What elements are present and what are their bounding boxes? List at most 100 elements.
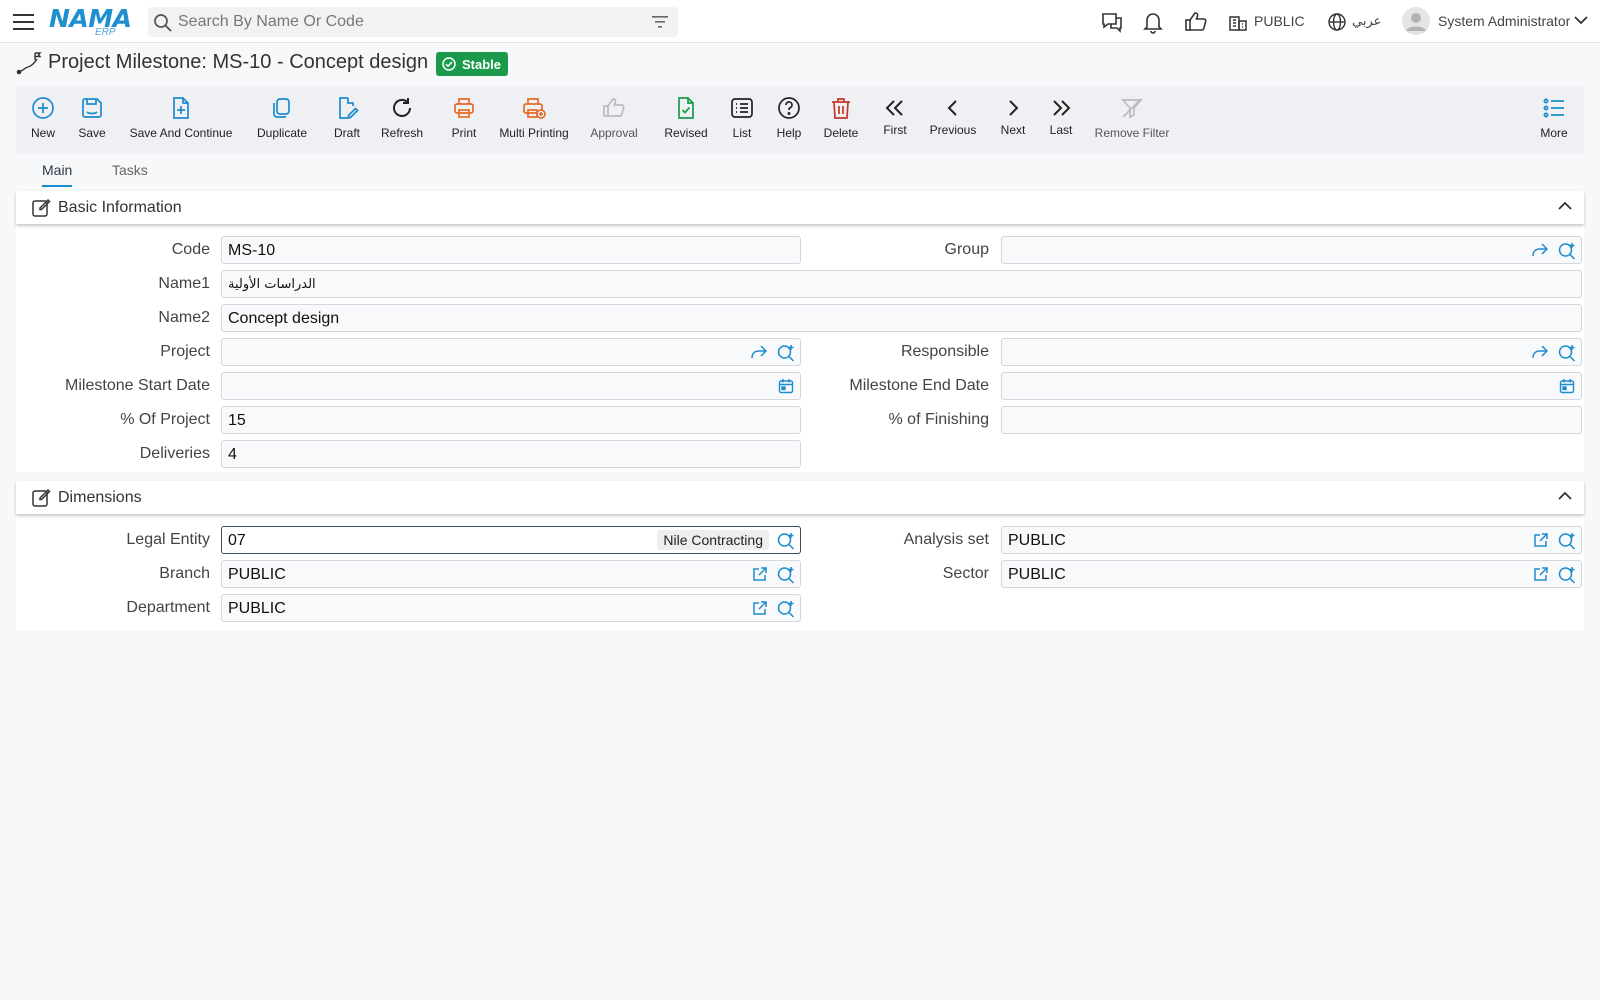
menu-icon[interactable] <box>12 11 36 33</box>
status-text: Stable <box>462 56 502 72</box>
sector-field[interactable]: PUBLIC <box>1001 560 1582 588</box>
open-external-icon[interactable] <box>1533 566 1549 582</box>
copy-icon <box>268 94 296 122</box>
thumbs-up-icon[interactable] <box>1184 10 1208 34</box>
next-button[interactable]: Next <box>998 94 1028 137</box>
project-label: Project <box>160 343 210 360</box>
refresh-icon <box>388 94 416 122</box>
group-label: Group <box>944 241 989 258</box>
lookup-search-icon[interactable] <box>777 566 795 584</box>
remove-filter-label: Remove Filter <box>1094 126 1170 140</box>
department-field[interactable]: PUBLIC <box>221 594 801 622</box>
check-circle-icon <box>442 57 456 71</box>
more-label: More <box>1540 126 1568 140</box>
calendar-icon[interactable] <box>1559 378 1575 394</box>
language-toggle[interactable]: عربي <box>1352 14 1381 29</box>
open-external-icon[interactable] <box>752 600 768 616</box>
list-button[interactable]: List <box>727 94 757 140</box>
analysis-set-field[interactable]: PUBLIC <box>1001 526 1582 554</box>
milestone-start-date-label: Milestone Start Date <box>65 377 210 394</box>
basic-information-header[interactable]: Basic Information <box>16 191 1584 224</box>
lookup-search-icon[interactable] <box>1558 344 1576 362</box>
lookup-search-icon[interactable] <box>1558 242 1576 260</box>
company-selector[interactable]: PUBLIC <box>1254 13 1305 29</box>
chevron-up-icon[interactable] <box>1558 490 1572 502</box>
delete-button[interactable]: Delete <box>822 94 860 140</box>
percent-of-finishing-label: % of Finishing <box>888 411 990 428</box>
multi-printing-button[interactable]: Multi Printing <box>496 94 572 140</box>
print-button[interactable]: Print <box>447 94 481 140</box>
deliveries-field[interactable]: 4 <box>221 440 801 468</box>
lookup-search-icon[interactable] <box>777 600 795 618</box>
lookup-search-icon[interactable] <box>1558 566 1576 584</box>
project-field[interactable] <box>221 338 801 366</box>
double-chevron-right-icon <box>1047 94 1075 122</box>
chevron-up-icon[interactable] <box>1558 200 1572 212</box>
tab-tasks[interactable]: Tasks <box>112 162 148 185</box>
branch-label: Branch <box>159 565 210 582</box>
trash-icon <box>827 94 855 122</box>
bell-icon[interactable] <box>1142 10 1164 34</box>
new-label: New <box>30 126 55 140</box>
calendar-icon[interactable] <box>778 378 794 394</box>
lookup-search-icon[interactable] <box>777 532 795 550</box>
name2-field[interactable]: Concept design <box>221 304 1582 332</box>
code-value: MS-10 <box>228 242 276 259</box>
dimensions-title: Dimensions <box>58 489 142 506</box>
duplicate-button[interactable]: Duplicate <box>254 94 310 140</box>
filter-icon[interactable] <box>652 15 668 29</box>
list-icon <box>728 94 756 122</box>
percent-of-finishing-field[interactable] <box>1001 406 1582 434</box>
percent-of-project-value: 15 <box>228 412 246 429</box>
open-external-icon[interactable] <box>1533 532 1549 548</box>
branch-value: PUBLIC <box>228 566 286 583</box>
branch-field[interactable]: PUBLIC <box>221 560 801 588</box>
share-arrow-icon[interactable] <box>1531 344 1549 360</box>
app-logo[interactable]: NAMA ERP <box>49 4 132 38</box>
save-and-continue-button[interactable]: Save And Continue <box>130 94 232 140</box>
milestone-start-date-field[interactable] <box>221 372 801 400</box>
chevron-down-icon[interactable] <box>1574 15 1588 25</box>
remove-filter-button[interactable]: Remove Filter <box>1094 94 1170 140</box>
search-input[interactable] <box>178 11 638 33</box>
lookup-search-icon[interactable] <box>1558 532 1576 550</box>
legal-entity-field[interactable]: 07 Nile Contracting <box>221 526 801 554</box>
group-field[interactable] <box>1001 236 1582 264</box>
share-arrow-icon[interactable] <box>1531 242 1549 258</box>
global-search <box>148 7 678 37</box>
legal-entity-value: 07 <box>228 532 246 549</box>
draft-button[interactable]: Draft <box>330 94 364 140</box>
name2-value: Concept design <box>228 310 340 327</box>
first-button[interactable]: First <box>880 94 910 137</box>
revised-button[interactable]: Revised <box>661 94 711 140</box>
more-button[interactable]: More <box>1538 94 1570 140</box>
milestone-end-date-field[interactable] <box>1001 372 1582 400</box>
revised-label: Revised <box>664 126 708 140</box>
building-icon <box>1228 12 1248 32</box>
lookup-search-icon[interactable] <box>777 344 795 362</box>
new-button[interactable]: New <box>26 94 60 140</box>
percent-of-project-field[interactable]: 15 <box>221 406 801 434</box>
dimensions-header[interactable]: Dimensions <box>16 481 1584 514</box>
page-title: Project Milestone: MS-10 - Concept desig… <box>48 51 429 73</box>
save-button[interactable]: Save <box>75 94 109 140</box>
refresh-button[interactable]: Refresh <box>379 94 425 140</box>
help-button[interactable]: Help <box>773 94 805 140</box>
previous-button[interactable]: Previous <box>928 94 978 137</box>
top-bar: NAMA ERP PUBLIC عربي System Administrato… <box>0 0 1600 43</box>
user-name[interactable]: System Administrator <box>1438 13 1570 29</box>
department-label: Department <box>126 599 210 616</box>
chat-icon[interactable] <box>1100 10 1124 34</box>
share-arrow-icon[interactable] <box>750 344 768 360</box>
code-field[interactable]: MS-10 <box>221 236 801 264</box>
analysis-set-value: PUBLIC <box>1008 532 1066 549</box>
name1-field[interactable]: الدراسات الأولية <box>221 270 1582 298</box>
open-external-icon[interactable] <box>752 566 768 582</box>
approval-button[interactable]: Approval <box>588 94 640 140</box>
user-avatar-icon[interactable] <box>1402 7 1430 35</box>
tab-main[interactable]: Main <box>42 162 73 187</box>
logo-sub-text: ERP <box>95 27 116 38</box>
responsible-field[interactable] <box>1001 338 1582 366</box>
last-button[interactable]: Last <box>1046 94 1076 137</box>
last-label: Last <box>1049 123 1073 137</box>
